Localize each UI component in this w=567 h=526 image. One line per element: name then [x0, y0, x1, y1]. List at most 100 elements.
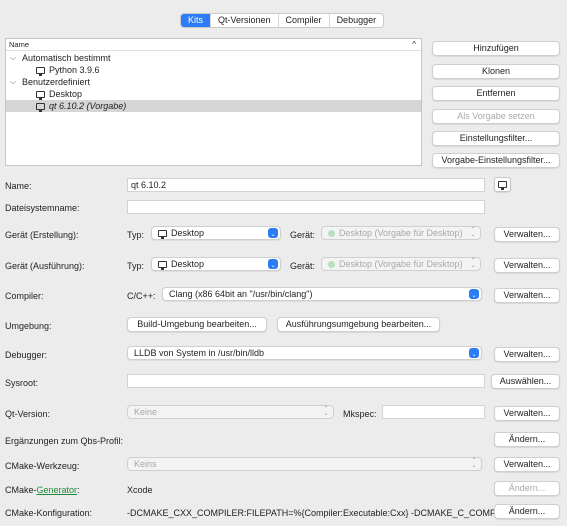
label-text: : [77, 485, 80, 495]
change-qbs-button[interactable]: Ändern... [494, 432, 560, 447]
select-value: Keins [134, 459, 157, 469]
device-label: Gerät: [290, 230, 316, 240]
kit-item-label: Python 3.9.6 [49, 65, 100, 75]
device-label: Gerät: [290, 261, 316, 271]
kit-group-label: Benutzerdefiniert [22, 77, 91, 87]
chevron-up-down-icon: ⌃ ⌄ [323, 406, 329, 417]
default-settings-filter-button[interactable]: Vorgabe-Einstellungsfilter... [432, 153, 560, 168]
kit-icon-button[interactable] [494, 177, 511, 192]
debugger-select[interactable]: LLDB von System in /usr/bin/lldb ⌃ ⌄ [127, 346, 482, 360]
kit-list[interactable]: Name ^ ⌵ Automatisch bestimmt Python 3.9… [5, 38, 422, 166]
kit-item-desktop[interactable]: Desktop [6, 88, 421, 100]
select-value: Desktop [171, 259, 205, 269]
label-text: CMake- [5, 485, 37, 495]
manage-qt-version-button[interactable]: Verwalten... [494, 406, 560, 421]
qt-version-select[interactable]: Keine ⌃ ⌄ [127, 405, 334, 419]
select-value: Desktop (Vorgabe für Desktop) [339, 259, 463, 269]
build-device-label: Gerät (Erstellung): [5, 230, 79, 240]
run-device-type-select[interactable]: Desktop ⌃ ⌄ [151, 257, 281, 271]
chevron-up-down-icon: ⌃ ⌄ [268, 227, 278, 238]
environment-label: Umgebung: [5, 321, 52, 331]
name-field[interactable]: qt 6.10.2 [127, 178, 485, 192]
kit-group-auto[interactable]: ⌵ Automatisch bestimmt [6, 52, 421, 64]
change-cmake-generator-button[interactable]: Ändern... [494, 481, 560, 496]
fs-name-label: Dateisystemname: [5, 203, 80, 213]
tab-compiler[interactable]: Compiler [279, 14, 330, 27]
make-default-button[interactable]: Als Vorgabe setzen [432, 109, 560, 124]
build-device-type-select[interactable]: Desktop ⌃ ⌄ [151, 226, 281, 240]
select-value: Desktop (Vorgabe für Desktop) [339, 228, 463, 238]
select-value: LLDB von System in /usr/bin/lldb [134, 348, 265, 358]
chevron-up-down-icon: ⌃ ⌄ [268, 258, 278, 269]
chevron-up-down-icon: ⌃ ⌄ [469, 288, 479, 299]
chevron-up-down-icon: ⌃ ⌄ [469, 347, 479, 358]
manage-debugger-button[interactable]: Verwalten... [494, 347, 560, 362]
run-device-label: Gerät (Ausführung): [5, 261, 85, 271]
kit-group-custom[interactable]: ⌵ Benutzerdefiniert [6, 76, 421, 88]
chevron-down-icon[interactable]: ⌵ [10, 52, 16, 64]
chevron-up-down-icon: ⌃ ⌄ [470, 227, 476, 238]
monitor-icon [498, 181, 507, 190]
change-cmake-config-button[interactable]: Ändern... [494, 504, 560, 519]
tab-qt-versions[interactable]: Qt-Versionen [211, 14, 279, 27]
sort-ascending-icon: ^ [412, 40, 416, 49]
monitor-icon [158, 261, 167, 270]
compiler-select[interactable]: Clang (x86 64bit an "/usr/bin/clang") ⌃ ⌄ [162, 287, 482, 301]
kit-group-label: Automatisch bestimmt [22, 53, 111, 63]
type-label: Typ: [127, 230, 145, 240]
cmake-tool-label: CMake-Werkzeug: [5, 461, 80, 471]
status-dot-icon [328, 230, 335, 237]
name-label: Name: [5, 181, 32, 191]
select-value: Keine [134, 407, 158, 417]
manage-compiler-button[interactable]: Verwalten... [494, 288, 560, 303]
tab-kits[interactable]: Kits [181, 14, 212, 27]
kit-item-label: Desktop [49, 89, 83, 99]
sysroot-field[interactable] [127, 374, 485, 388]
compiler-label: Compiler: [5, 291, 44, 301]
chevron-up-down-icon: ⌃ ⌄ [471, 458, 477, 469]
cmake-config-label: CMake-Konfiguration: [5, 508, 93, 518]
cmake-tool-select[interactable]: Keins ⌃ ⌄ [127, 457, 482, 471]
tab-bar: Kits Qt-Versionen Compiler Debugger [180, 13, 385, 28]
chevron-down-icon[interactable]: ⌵ [10, 76, 16, 88]
clone-kit-button[interactable]: Klonen [432, 64, 560, 79]
run-device-select[interactable]: Desktop (Vorgabe für Desktop) ⌃ ⌄ [321, 257, 481, 271]
edit-run-env-button[interactable]: Ausführungsumgebung bearbeiten... [277, 317, 440, 332]
kit-item-label: qt 6.10.2 (Vorgabe) [49, 101, 127, 111]
monitor-icon [158, 230, 167, 239]
cmake-generator-value: Xcode [127, 485, 153, 495]
kit-list-header[interactable]: Name ^ [6, 39, 421, 51]
cpp-label: C/C++: [127, 291, 156, 301]
manage-build-device-button[interactable]: Verwalten... [494, 227, 560, 242]
column-header-name: Name [9, 40, 30, 49]
select-value: Clang (x86 64bit an "/usr/bin/clang") [169, 289, 313, 299]
browse-sysroot-button[interactable]: Auswählen... [491, 374, 560, 389]
cmake-generator-label: CMake-Generator: [5, 485, 80, 495]
type-label: Typ: [127, 261, 145, 271]
mkspec-label: Mkspec: [343, 409, 377, 419]
settings-filter-button[interactable]: Einstellungsfilter... [432, 131, 560, 146]
build-device-select[interactable]: Desktop (Vorgabe für Desktop) ⌃ ⌄ [321, 226, 481, 240]
sysroot-label: Sysroot: [5, 378, 39, 388]
monitor-icon [36, 103, 45, 112]
qbs-profile-label: Ergänzungen zum Qbs-Profil: [5, 436, 124, 446]
chevron-up-down-icon: ⌃ ⌄ [470, 258, 476, 269]
fs-name-field[interactable] [127, 200, 485, 214]
mkspec-field[interactable] [382, 405, 485, 419]
tab-debugger[interactable]: Debugger [330, 14, 384, 27]
kit-item-qt-6-10-2[interactable]: qt 6.10.2 (Vorgabe) [6, 100, 421, 112]
debugger-label: Debugger: [5, 350, 48, 360]
generator-link[interactable]: Generator [37, 485, 78, 495]
manage-run-device-button[interactable]: Verwalten... [494, 258, 560, 273]
monitor-icon [36, 67, 45, 76]
kit-item-python[interactable]: Python 3.9.6 [6, 64, 421, 76]
status-dot-icon [328, 261, 335, 268]
cmake-config-value: -DCMAKE_CXX_COMPILER:FILEPATH=%{Compiler… [127, 508, 503, 518]
select-value: Desktop [171, 228, 205, 238]
add-kit-button[interactable]: Hinzufügen [432, 41, 560, 56]
manage-cmake-tool-button[interactable]: Verwalten... [494, 457, 560, 472]
qt-version-label: Qt-Version: [5, 409, 51, 419]
monitor-icon [36, 91, 45, 100]
remove-kit-button[interactable]: Entfernen [432, 86, 560, 101]
edit-build-env-button[interactable]: Build-Umgebung bearbeiten... [127, 317, 267, 332]
